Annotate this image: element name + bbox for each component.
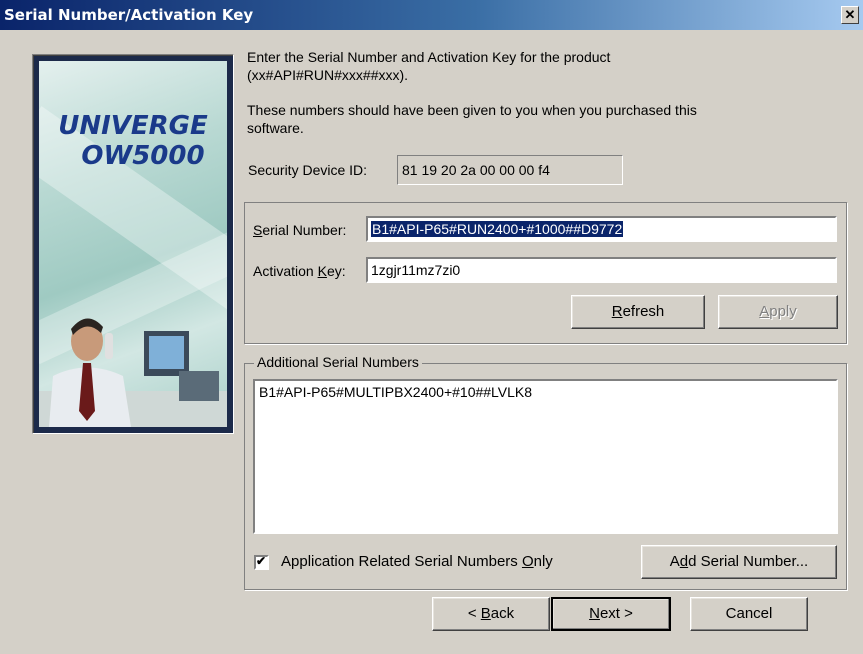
cancel-button[interactable]: Cancel xyxy=(690,597,808,631)
security-device-value: 81 19 20 2a 00 00 00 f4 xyxy=(402,162,550,178)
serial-number-label: Serial Number: xyxy=(253,222,347,238)
intro-line-1: Enter the Serial Number and Activation K… xyxy=(247,49,611,65)
dialog-window: Serial Number/Activation Key ✕ UNIVERGE … xyxy=(0,0,863,654)
add-serial-number-button[interactable]: Add Serial Number... xyxy=(641,545,837,579)
apply-button[interactable]: Apply xyxy=(718,295,838,329)
activation-key-input[interactable]: 1zgjr11mz7zi0 xyxy=(366,257,837,283)
close-button[interactable]: ✕ xyxy=(841,6,859,24)
intro-line-4: software. xyxy=(247,120,304,136)
window-title: Serial Number/Activation Key xyxy=(4,6,254,24)
additional-serials-group-label: Additional Serial Numbers xyxy=(254,354,422,370)
businessman-illustration xyxy=(39,318,227,427)
security-device-field: 81 19 20 2a 00 00 00 f4 xyxy=(397,155,623,185)
serial-number-input[interactable]: B1#API-P65#RUN2400+#1000##D9772 xyxy=(366,216,837,242)
intro-line-3: These numbers should have been given to … xyxy=(247,102,697,118)
app-related-only-label[interactable]: Application Related Serial Numbers Only xyxy=(281,553,553,570)
app-related-only-checkbox[interactable]: ✔ xyxy=(254,554,269,570)
banner-image: UNIVERGE OW5000 xyxy=(39,61,227,427)
back-button[interactable]: < Back xyxy=(432,597,550,631)
next-button[interactable]: Next > xyxy=(551,597,671,631)
activation-key-label: Activation Key: xyxy=(253,263,346,279)
intro-line-2: (xx#API#RUN#xxx##xxx). xyxy=(247,67,409,83)
list-item[interactable]: B1#API-P65#MULTIPBX2400+#10##LVLK8 xyxy=(259,384,532,400)
product-banner: UNIVERGE OW5000 xyxy=(32,54,234,434)
product-logo-line1: UNIVERGE xyxy=(58,111,208,141)
product-logo-line2: OW5000 xyxy=(81,141,205,171)
close-icon: ✕ xyxy=(844,7,856,22)
security-device-label: Security Device ID: xyxy=(248,162,368,178)
serial-number-value: B1#API-P65#RUN2400+#1000##D9772 xyxy=(371,221,624,237)
activation-key-value: 1zgjr11mz7zi0 xyxy=(371,262,461,278)
title-bar[interactable]: Serial Number/Activation Key ✕ xyxy=(0,0,863,30)
refresh-button[interactable]: Refresh xyxy=(571,295,705,329)
checkmark-icon: ✔ xyxy=(256,554,267,568)
additional-serials-list[interactable]: B1#API-P65#MULTIPBX2400+#10##LVLK8 xyxy=(253,379,838,534)
